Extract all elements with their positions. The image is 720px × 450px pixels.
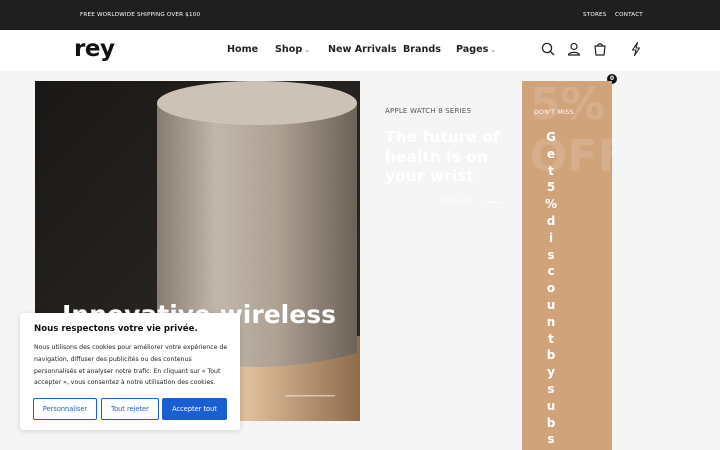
promo-vertical-letter: c: [547, 264, 555, 279]
reject-all-button[interactable]: Tout rejeter: [101, 398, 159, 420]
watch-banner-title: The future of health is on your wrist: [385, 128, 500, 185]
nav-home-label: Home: [227, 44, 259, 55]
promo-vertical-letter: s: [547, 432, 555, 447]
nav-new-arrivals-label: New Arrivals: [328, 44, 397, 55]
site-logo[interactable]: rey: [74, 36, 115, 62]
page: FREE WORLDWIDE SHIPPING OVER $100 STORES…: [0, 0, 720, 450]
nav-new-arrivals[interactable]: New Arrivals: [328, 44, 397, 55]
accept-all-button[interactable]: Accepter tout: [162, 398, 227, 420]
shipping-promo-text: FREE WORLDWIDE SHIPPING OVER $100: [80, 12, 201, 18]
promo-vertical-letter: %: [544, 197, 558, 212]
site-header: rey Home Shop ⌄ New Arrivals Brands Pages…: [0, 30, 720, 84]
contact-link[interactable]: CONTACT: [615, 12, 643, 18]
promo-vertical-letter: n: [546, 314, 556, 329]
promo-vertical-letter: y: [547, 365, 555, 380]
cookie-body-text: Nous utilisons des cookies pour améliore…: [34, 344, 228, 387]
cart-icon[interactable]: [592, 41, 608, 57]
chevron-down-icon: ⌄: [304, 46, 311, 54]
chevron-down-icon: ⌄: [490, 46, 497, 54]
promo-vertical-letter: s: [547, 381, 555, 396]
promo-vertical-letter: b: [546, 415, 556, 430]
promo-card[interactable]: 5% OFF DON'T MISS Get5%discountbysubsc: [522, 81, 612, 450]
promo-vertical-letter: t: [548, 331, 554, 346]
promo-vertical-letter: u: [546, 297, 556, 312]
nav-pages-label: Pages: [456, 44, 489, 55]
nav-shop[interactable]: Shop ⌄: [275, 44, 310, 55]
watch-discover-link[interactable]: DISCOVER: [442, 198, 473, 205]
nav-home[interactable]: Home: [227, 44, 258, 55]
nav-shop-label: Shop: [275, 44, 303, 55]
promo-big-off: OFF: [530, 131, 612, 182]
top-announcement-bar: FREE WORLDWIDE SHIPPING OVER $100 STORES…: [0, 0, 720, 30]
customize-button[interactable]: Personnaliser: [33, 398, 97, 420]
cookie-consent-banner: Nous respectons votre vie privée. Nous u…: [20, 313, 240, 430]
watch-banner-subtitle: APPLE WATCH 8 SERIES: [385, 107, 472, 115]
promo-vertical-letter: d: [546, 213, 556, 228]
promo-label: DON'T MISS: [534, 109, 574, 116]
user-icon[interactable]: [566, 41, 582, 57]
search-icon[interactable]: [540, 41, 556, 57]
nav-brands-label: Brands: [403, 44, 441, 55]
promo-vertical-letter: t: [548, 163, 554, 178]
lightning-icon[interactable]: [628, 41, 644, 57]
promo-vertical-letter: 5: [546, 180, 556, 195]
promo-vertical-letter: b: [546, 348, 556, 363]
cookie-title: Nous respectons votre vie privée.: [34, 324, 198, 334]
nav-brands[interactable]: Brands: [403, 44, 441, 55]
promo-vertical-letter: o: [546, 281, 556, 296]
link-underline: [485, 202, 502, 203]
promo-big-percent: 5%: [530, 81, 605, 130]
promo-vertical-letter: s: [547, 247, 555, 262]
promo-vertical-letter: G: [546, 130, 556, 144]
promo-vertical-text: Get5%discountbysubsc: [544, 129, 558, 450]
promo-vertical-letter: e: [546, 146, 556, 161]
stores-link[interactable]: STORES: [583, 12, 607, 18]
nav-pages[interactable]: Pages ⌄: [456, 44, 496, 55]
promo-vertical-letter: i: [548, 230, 554, 245]
promo-vertical-letter: u: [546, 398, 556, 413]
